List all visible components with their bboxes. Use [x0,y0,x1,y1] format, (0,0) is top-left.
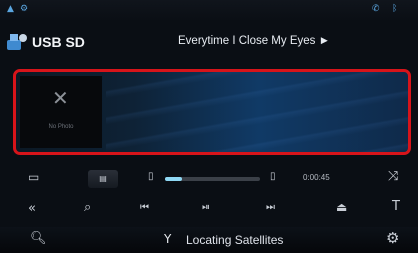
source-label[interactable]: USB SD [32,34,85,50]
song-more-arrow-icon: ► [318,35,330,47]
satellite-icon: Y [164,232,172,246]
song-title-text: Everytime I Close My Eyes [178,35,316,47]
artwork-panel[interactable]: ✕ No Photo [13,69,411,155]
settings-gear-icon[interactable]: ⚙ [386,229,399,247]
phone-icon: ✆ [372,4,380,14]
previous-track-icon[interactable]: ⏮ [140,202,149,213]
background-art [106,72,408,152]
settings-icon: ⚙ [20,4,29,14]
header: USB SD Everytime I Close My Eyes ► [0,24,418,60]
eject-icon[interactable]: ⏏ [336,200,347,214]
bottom-bar: 🔍︎ Y Locating Satellites ⚙ [0,227,418,253]
no-art-label: No Photo [48,124,74,130]
volume-down-icon[interactable]: ▯ [148,171,154,182]
repeat-icon[interactable]: ▭ [28,170,39,184]
back-icon[interactable]: « [28,201,36,216]
signal-icon: ▲ [7,4,14,14]
control-bar-bottom: « ⌕ ⏮ ⏯ ⏭ ⏏ T [0,196,418,224]
search-list-icon[interactable]: 🔍︎ [30,231,47,246]
volume-up-icon[interactable]: ▯ [270,171,276,182]
next-track-icon[interactable]: ⏭ [266,202,275,213]
navigation-status-text: Locating Satellites [186,233,284,247]
progress-fill [165,177,183,181]
search-icon[interactable]: ⌕ [84,200,91,215]
play-pause-icon[interactable]: ⏯ [202,202,210,213]
shuffle-icon[interactable]: ⤨ [388,169,398,184]
control-bar-top: ▭ ▤ ▯ ▯ 0:00:45 ⤨ [0,165,418,193]
usb-icon [7,34,27,50]
elapsed-time: 0:00:45 [303,173,330,182]
album-art-placeholder: ✕ No Photo [20,76,102,148]
list-button[interactable]: ▤ [88,170,118,188]
song-title[interactable]: Everytime I Close My Eyes ► [178,35,330,47]
tuner-icon[interactable]: T [392,199,400,214]
no-art-icon: ✕ [52,86,69,110]
progress-bar[interactable] [165,177,260,181]
bluetooth-icon: ᛒ [392,4,398,14]
status-bar: ▲ ⚙ ✆ ᛒ [0,0,418,22]
